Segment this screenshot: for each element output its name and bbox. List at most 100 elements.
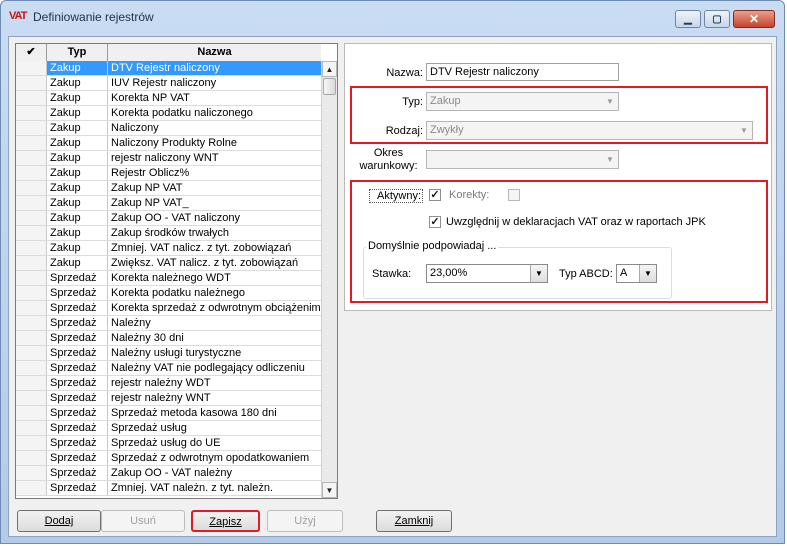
table-row[interactable]: Sprzedaż Należny usługi turystyczne (16, 346, 321, 361)
row-check-cell[interactable] (16, 391, 47, 405)
row-check-cell[interactable] (16, 76, 47, 90)
table-row[interactable]: Zakup Zmniej. VAT nalicz. z tyt. zobowiąz… (16, 241, 321, 256)
row-check-cell[interactable] (16, 166, 47, 180)
list-scrollbar[interactable]: ▲ ▼ (321, 61, 337, 498)
korekty-checkbox[interactable] (508, 189, 520, 201)
table-row[interactable]: Sprzedaż Należny (16, 316, 321, 331)
zamknij-button[interactable]: Zamknij (376, 510, 452, 532)
row-check-cell[interactable] (16, 466, 47, 480)
row-check-cell[interactable] (16, 301, 47, 315)
aktywny-checkbox[interactable]: ✓ (429, 189, 441, 201)
zapisz-button[interactable]: Zapisz (191, 510, 260, 532)
row-check-cell[interactable] (16, 196, 47, 210)
table-row[interactable]: Zakup Korekta podatku naliczonego (16, 106, 321, 121)
table-row[interactable]: Zakup Zakup OO - VAT naliczony (16, 211, 321, 226)
minimize-button[interactable]: ▁ (675, 10, 701, 28)
table-row[interactable]: Sprzedaż Sprzedaż usług do UE (16, 436, 321, 451)
row-nazwa: Korekta podatku należnego (111, 287, 245, 299)
row-nazwa: Naliczony Produkty Rolne (111, 137, 237, 149)
table-row[interactable]: Sprzedaż Korekta sprzedaż z odwrotnym obc… (16, 301, 321, 316)
scroll-down-icon[interactable]: ▼ (322, 482, 337, 498)
table-row[interactable]: Zakup DTV Rejestr naliczony (16, 61, 321, 76)
okres-label: Okres warunkowy: (355, 147, 422, 173)
rodzaj-select[interactable]: Zwykły ▼ (426, 121, 753, 140)
aktywny-label: Aktywny: (369, 189, 423, 203)
table-row[interactable]: Sprzedaż rejestr należny WDT (16, 376, 321, 391)
column-header-typ[interactable]: Typ (47, 44, 108, 61)
row-check-cell[interactable] (16, 361, 47, 375)
row-check-cell[interactable] (16, 151, 47, 165)
maximize-button[interactable]: ▢ (704, 10, 730, 28)
row-check-cell[interactable] (16, 331, 47, 345)
uzyj-button[interactable]: Użyj (267, 510, 343, 532)
row-check-cell[interactable] (16, 226, 47, 240)
table-row[interactable]: Zakup Zakup NP VAT (16, 181, 321, 196)
table-row[interactable]: Sprzedaż Zmniej. VAT należn. z tyt. należ… (16, 481, 321, 496)
usun-button[interactable]: Usuń (101, 510, 185, 532)
table-row[interactable]: Zakup Rejestr Oblicz% (16, 166, 321, 181)
table-row[interactable]: Sprzedaż Sprzedaż usług (16, 421, 321, 436)
table-row[interactable]: Sprzedaż Należny 30 dni (16, 331, 321, 346)
row-check-cell[interactable] (16, 256, 47, 270)
title-bar[interactable]: VAT Definiowanie rejestrów ▁ ▢ ✕ (1, 1, 784, 31)
row-check-cell[interactable] (16, 481, 47, 495)
typ-abcd-label: Typ ABCD: (559, 268, 613, 280)
scroll-thumb[interactable] (323, 78, 336, 95)
row-typ: Zakup (47, 181, 108, 195)
uzyj-button-label: Użyj (294, 515, 316, 527)
row-check-cell[interactable] (16, 376, 47, 390)
row-nazwa: rejestr należny WDT (111, 377, 211, 389)
row-check-cell[interactable] (16, 436, 47, 450)
nazwa-input[interactable]: DTV Rejestr naliczony (426, 63, 619, 81)
table-row[interactable]: Sprzedaż Sprzedaż metoda kasowa 180 dni (16, 406, 321, 421)
row-check-cell[interactable] (16, 271, 47, 285)
row-typ: Sprzedaż (47, 406, 108, 420)
column-header-check[interactable]: ✔ (16, 44, 47, 61)
row-check-cell[interactable] (16, 61, 47, 75)
row-check-cell[interactable] (16, 316, 47, 330)
table-row[interactable]: Zakup Zwiększ. VAT nalicz. z tyt. zobowią… (16, 256, 321, 271)
register-list[interactable]: ✔ Typ Nazwa Zakup DTV Rejestr naliczony Za… (15, 43, 338, 499)
korekty-label: Korekty: (449, 189, 490, 201)
table-row[interactable]: Zakup Naliczony Produkty Rolne (16, 136, 321, 151)
table-row[interactable]: Zakup Zakup NP VAT_ (16, 196, 321, 211)
close-icon: ✕ (748, 12, 760, 26)
checkmark-icon: ✓ (430, 216, 440, 228)
table-row[interactable]: Zakup rejestr naliczony WNT (16, 151, 321, 166)
column-header-nazwa[interactable]: Nazwa (108, 44, 321, 61)
okres-select[interactable]: ▼ (426, 150, 619, 169)
uwzglednij-checkbox[interactable]: ✓ (429, 216, 441, 228)
table-row[interactable]: Sprzedaż Zakup OO - VAT należny (16, 466, 321, 481)
row-check-cell[interactable] (16, 91, 47, 105)
table-row[interactable]: Sprzedaż Korekta należnego WDT (16, 271, 321, 286)
table-row[interactable]: Zakup Naliczony (16, 121, 321, 136)
row-typ: Sprzedaż (47, 466, 108, 480)
row-check-cell[interactable] (16, 106, 47, 120)
row-check-cell[interactable] (16, 241, 47, 255)
row-check-cell[interactable] (16, 451, 47, 465)
row-check-cell[interactable] (16, 286, 47, 300)
close-button[interactable]: ✕ (733, 10, 775, 28)
row-check-cell[interactable] (16, 421, 47, 435)
row-check-cell[interactable] (16, 121, 47, 135)
typ-select[interactable]: Zakup ▼ (426, 92, 619, 111)
table-row[interactable]: Sprzedaż Korekta podatku należnego (16, 286, 321, 301)
table-row[interactable]: Sprzedaż Należny VAT nie podlegający odli… (16, 361, 321, 376)
table-row[interactable]: Zakup Zakup środków trwałych (16, 226, 321, 241)
detail-panel: Nazwa: DTV Rejestr naliczony Typ: Zakup … (344, 43, 772, 311)
table-row[interactable]: Zakup Korekta NP VAT (16, 91, 321, 106)
row-check-cell[interactable] (16, 406, 47, 420)
row-check-cell[interactable] (16, 346, 47, 360)
stawka-select[interactable]: 23,00% ▼ (426, 264, 548, 283)
table-row[interactable]: Sprzedaż Sprzedaż z odwrotnym opodatkowan… (16, 451, 321, 466)
dodaj-button[interactable]: Dodaj (17, 510, 101, 532)
vat-app-icon: VAT (9, 10, 27, 22)
scroll-up-icon[interactable]: ▲ (322, 61, 337, 77)
row-check-cell[interactable] (16, 211, 47, 225)
row-check-cell[interactable] (16, 136, 47, 150)
table-row[interactable]: Sprzedaż rejestr należny WNT (16, 391, 321, 406)
row-typ: Zakup (47, 256, 108, 270)
row-check-cell[interactable] (16, 181, 47, 195)
typ-abcd-select[interactable]: A ▼ (616, 264, 657, 283)
table-row[interactable]: Zakup IUV Rejestr naliczony (16, 76, 321, 91)
